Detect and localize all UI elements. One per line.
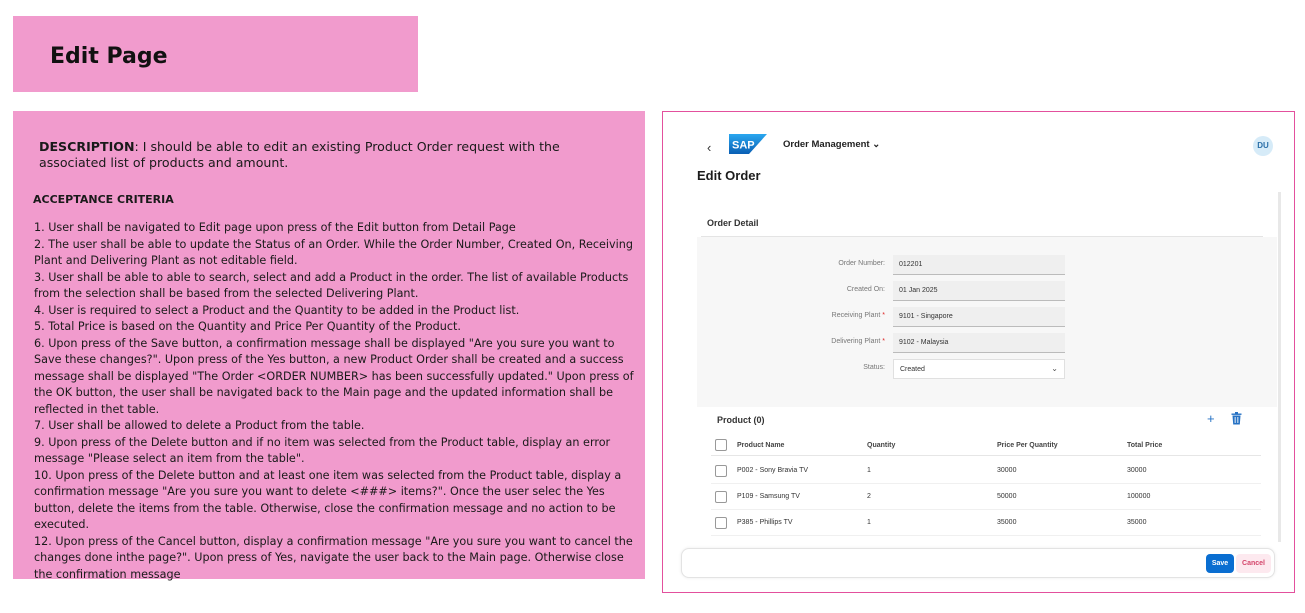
select-all-checkbox[interactable] bbox=[715, 439, 727, 451]
description-text: DESCRIPTION: I should be able to edit an… bbox=[39, 139, 631, 171]
back-button[interactable]: ‹ bbox=[707, 140, 711, 155]
cell-price-per-quantity: 35000 bbox=[997, 519, 1017, 526]
table-row[interactable]: P002 - Sony Bravia TV 1 30000 30000 bbox=[711, 458, 1261, 484]
description-label: DESCRIPTION bbox=[39, 139, 135, 154]
cell-product-name: P109 - Samsung TV bbox=[737, 493, 800, 500]
chevron-down-icon: ⌄ bbox=[1051, 364, 1058, 373]
row-checkbox[interactable] bbox=[715, 491, 727, 503]
column-header-total-price[interactable]: Total Price bbox=[1127, 442, 1162, 449]
created-on-row: Created On: 01 Jan 2025 bbox=[697, 281, 1277, 301]
required-mark: * bbox=[882, 312, 885, 319]
cell-price-per-quantity: 30000 bbox=[997, 467, 1017, 474]
acceptance-criteria-title: ACCEPTANCE CRITERIA bbox=[33, 193, 174, 206]
field-label-text: Delivering Plant bbox=[831, 338, 881, 345]
table-row[interactable]: P109 - Samsung TV 2 50000 100000 bbox=[711, 484, 1261, 510]
table-header: Product Name Quantity Price Per Quantity… bbox=[711, 436, 1261, 456]
app-title-label: Order Management bbox=[783, 139, 870, 150]
criteria-item: 1. User shall be navigated to Edit page … bbox=[34, 221, 516, 234]
row-checkbox[interactable] bbox=[715, 465, 727, 477]
order-detail-title: Order Detail bbox=[707, 218, 759, 228]
criteria-item: 9. Upon press of the Delete button and i… bbox=[34, 435, 611, 466]
app-title-menu[interactable]: Order Management ⌄ bbox=[783, 139, 880, 150]
status-select[interactable]: Created ⌄ bbox=[893, 359, 1065, 379]
delivering-plant-label: Delivering Plant * bbox=[831, 338, 885, 345]
trash-icon[interactable] bbox=[1231, 412, 1242, 425]
criteria-item: 4. User is required to select a Product … bbox=[34, 303, 520, 317]
delivering-plant-row: Delivering Plant * 9102 - Malaysia bbox=[697, 333, 1277, 353]
receiving-plant-field: 9101 - Singapore bbox=[893, 307, 1065, 327]
order-detail-form: Order Number: 012201 Created On: 01 Jan … bbox=[697, 237, 1277, 407]
acceptance-criteria-list: 1. User shall be navigated to Edit page … bbox=[34, 220, 634, 583]
criteria-item: 5. Total Price is based on the Quantity … bbox=[34, 320, 461, 333]
status-row: Status: Created ⌄ bbox=[697, 359, 1277, 379]
cell-quantity: 1 bbox=[867, 467, 871, 474]
criteria-item: 6. Upon press of the Save button, a conf… bbox=[34, 336, 634, 416]
field-label-text: Status: bbox=[863, 364, 885, 371]
page-title-banner: Edit Page bbox=[13, 16, 418, 92]
cancel-button[interactable]: Cancel bbox=[1236, 554, 1271, 573]
required-mark: * bbox=[882, 338, 885, 345]
criteria-item: 3. User shall be able to able to search,… bbox=[34, 270, 629, 301]
chevron-down-icon: ⌄ bbox=[872, 139, 881, 150]
save-button[interactable]: Save bbox=[1206, 554, 1234, 573]
receiving-plant-row: Receiving Plant * 9101 - Singapore bbox=[697, 307, 1277, 327]
criteria-item: 2. The user shall be able to update the … bbox=[34, 237, 633, 268]
sap-logo-icon: SAP bbox=[729, 134, 767, 154]
edit-order-content: Order Detail Order Number: 012201 Create… bbox=[697, 192, 1281, 542]
status-label: Status: bbox=[863, 364, 885, 371]
delivering-plant-field: 9102 - Malaysia bbox=[893, 333, 1065, 353]
cell-product-name: P002 - Sony Bravia TV bbox=[737, 467, 809, 474]
footer-toolbar: Save Cancel bbox=[681, 548, 1275, 578]
add-icon[interactable]: + bbox=[1207, 411, 1215, 426]
order-number-label: Order Number: bbox=[838, 260, 885, 267]
edit-order-mockup: ‹ SAP Order Management ⌄ DU Edit Order O… bbox=[662, 111, 1295, 593]
cell-total-price: 100000 bbox=[1127, 493, 1151, 500]
cell-product-name: P385 - Phillips TV bbox=[737, 519, 793, 526]
description-panel: DESCRIPTION: I should be able to edit an… bbox=[13, 111, 645, 581]
column-header-price-per-quantity[interactable]: Price Per Quantity bbox=[997, 442, 1058, 449]
criteria-item: 10. Upon press of the Delete button and … bbox=[34, 468, 622, 532]
criteria-item: 12. Upon press of the Cancel button, dis… bbox=[34, 534, 633, 581]
page-title: Edit Page bbox=[50, 44, 168, 69]
column-header-quantity[interactable]: Quantity bbox=[867, 442, 895, 449]
field-label-text: Created On: bbox=[846, 286, 885, 293]
field-label-text: Order Number: bbox=[838, 260, 885, 267]
criteria-item: 7. User shall be allowed to delete a Pro… bbox=[34, 419, 365, 432]
cell-quantity: 2 bbox=[867, 493, 871, 500]
column-header-product-name[interactable]: Product Name bbox=[737, 442, 784, 449]
shell-bar: ‹ SAP Order Management ⌄ DU bbox=[693, 128, 1273, 168]
field-label-text: Receiving Plant bbox=[831, 312, 881, 319]
order-number-field: 012201 bbox=[893, 255, 1065, 275]
cell-total-price: 35000 bbox=[1127, 519, 1147, 526]
created-on-field: 01 Jan 2025 bbox=[893, 281, 1065, 301]
status-value: Created bbox=[900, 366, 925, 373]
product-table-title: Product (0) bbox=[717, 415, 765, 425]
order-number-row: Order Number: 012201 bbox=[697, 255, 1277, 275]
cell-total-price: 30000 bbox=[1127, 467, 1147, 474]
edit-order-title: Edit Order bbox=[697, 168, 761, 183]
cell-price-per-quantity: 50000 bbox=[997, 493, 1017, 500]
sap-logo-text: SAP bbox=[732, 140, 755, 152]
row-checkbox[interactable] bbox=[715, 517, 727, 529]
cell-quantity: 1 bbox=[867, 519, 871, 526]
table-row[interactable]: P385 - Phillips TV 1 35000 35000 bbox=[711, 510, 1261, 536]
receiving-plant-label: Receiving Plant * bbox=[832, 312, 885, 319]
created-on-label: Created On: bbox=[847, 286, 885, 293]
avatar[interactable]: DU bbox=[1253, 136, 1273, 156]
